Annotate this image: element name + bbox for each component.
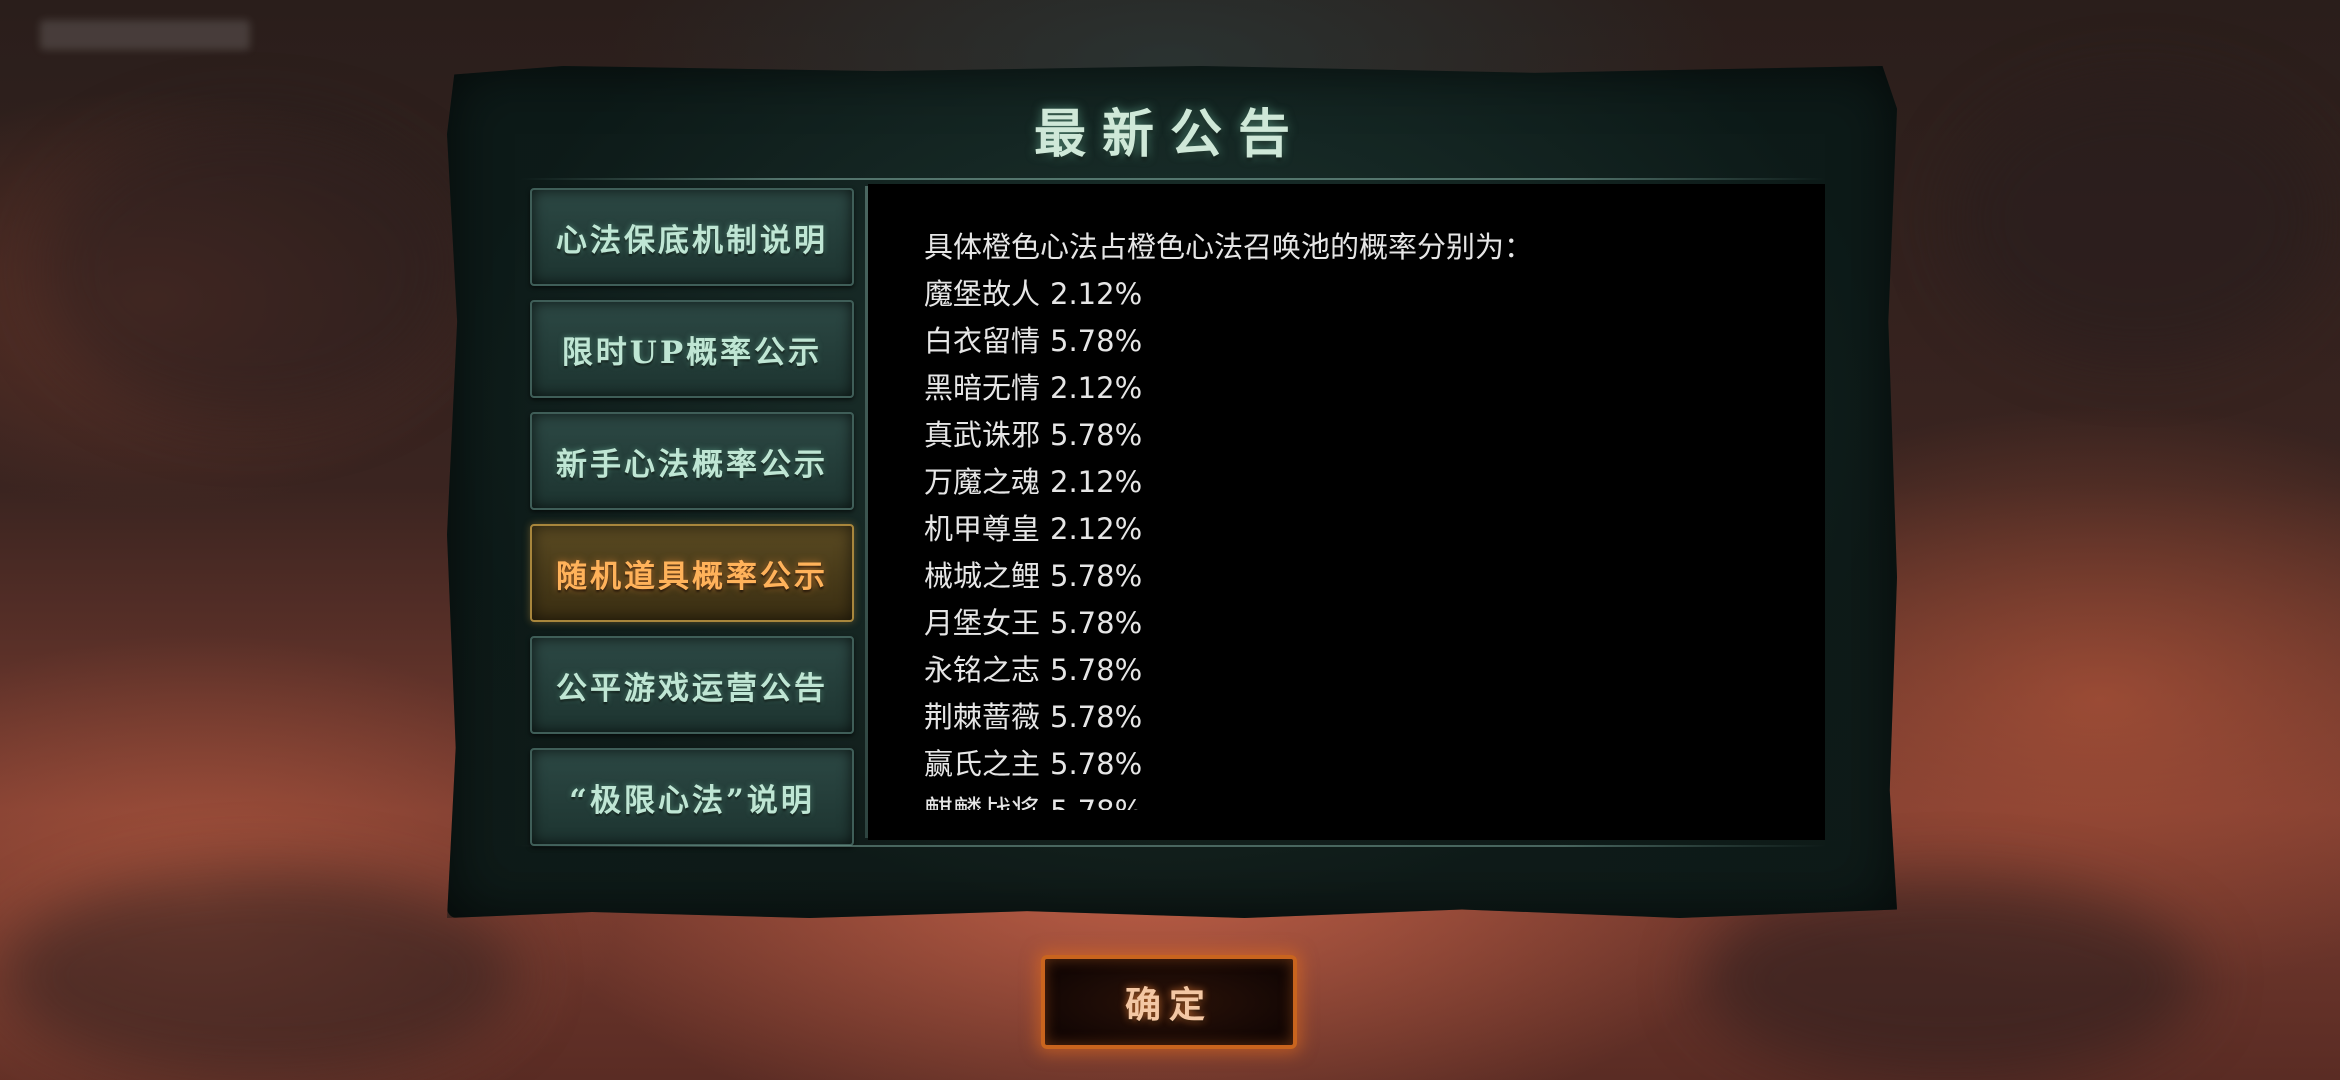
dialog-title: 最新公告: [1033, 104, 1306, 165]
item-name: 月堡女王: [924, 606, 1041, 640]
list-item: 白衣留情 5.78%: [924, 318, 1804, 365]
item-rate: 2.12%: [1050, 465, 1143, 499]
item-name: 机甲尊皇: [924, 512, 1041, 546]
tab-fair-play-notice[interactable]: 公平游戏运营公告: [530, 636, 854, 734]
blurred-corner-text: [40, 20, 250, 50]
smoke-cloud: [0, 870, 520, 1080]
list-item: 黑暗无情 2.12%: [924, 365, 1804, 412]
tab-newbie-rates[interactable]: 新手心法概率公示: [530, 412, 854, 510]
item-name: 荆棘蔷薇: [924, 700, 1041, 734]
title-divider: [520, 178, 1825, 180]
item-rate: 5.78%: [1050, 606, 1143, 640]
bottom-divider: [520, 845, 1825, 847]
list-item: 月堡女王 5.78%: [924, 600, 1804, 647]
item-rate: 5.78%: [1050, 747, 1143, 781]
list-item: 荆棘蔷薇 5.78%: [924, 694, 1804, 741]
item-rate: 5.78%: [1050, 653, 1143, 687]
announcement-content[interactable]: 具体橙色心法占橙色心法召唤池的概率分别为： 魔堡故人 2.12% 白衣留情 5.78…: [924, 224, 1804, 810]
item-rate: 5.78%: [1050, 700, 1143, 734]
sidebar-divider: [865, 186, 868, 838]
item-rate: 5.78%: [1050, 418, 1143, 452]
confirm-button[interactable]: 确定: [1041, 955, 1297, 1049]
tab-random-item-rates[interactable]: 随机道具概率公示: [530, 524, 854, 622]
tab-limited-up-rates[interactable]: 限时UP概率公示: [530, 300, 854, 398]
game-background: 最新公告 心法保底机制说明 限时UP概率公示 新手心法概率公示 随机道具概率公示…: [0, 0, 2340, 1080]
item-name: 白衣留情: [924, 324, 1041, 358]
item-name: 魔堡故人: [924, 277, 1041, 311]
item-rate: 5.78%: [1050, 794, 1142, 810]
content-intro: 具体橙色心法占橙色心法召唤池的概率分别为：: [924, 230, 1534, 264]
item-name: 械城之鲤: [924, 559, 1041, 593]
item-name: 赢氏之主: [924, 747, 1041, 781]
list-item: 万魔之魂 2.12%: [924, 459, 1804, 506]
item-name: 麒麟战将: [924, 794, 1040, 810]
item-name: 真武诛邪: [924, 418, 1041, 452]
list-item: 真武诛邪 5.78%: [924, 412, 1804, 459]
list-item: 械城之鲤 5.78%: [924, 553, 1804, 600]
list-item: 赢氏之主 5.78%: [924, 741, 1804, 788]
item-name: 黑暗无情: [924, 371, 1041, 405]
list-item: 麒麟战将 5.78%: [924, 788, 1804, 810]
item-name: 永铭之志: [924, 653, 1041, 687]
tab-guarantee-mechanism[interactable]: 心法保底机制说明: [530, 188, 854, 286]
item-rate: 2.12%: [1050, 371, 1143, 405]
item-rate: 5.78%: [1050, 324, 1143, 358]
list-item: 机甲尊皇 2.12%: [924, 506, 1804, 553]
announcement-tabs: 心法保底机制说明 限时UP概率公示 新手心法概率公示 随机道具概率公示 公平游戏…: [530, 188, 854, 860]
item-rate: 2.12%: [1050, 512, 1143, 546]
item-rate: 2.12%: [1050, 277, 1143, 311]
item-name: 万魔之魂: [924, 465, 1041, 499]
tab-extreme-skill-info[interactable]: “极限心法”说明: [530, 748, 854, 846]
list-item: 魔堡故人 2.12%: [924, 271, 1804, 318]
item-rate: 5.78%: [1050, 559, 1143, 593]
list-item: 永铭之志 5.78%: [924, 647, 1804, 694]
